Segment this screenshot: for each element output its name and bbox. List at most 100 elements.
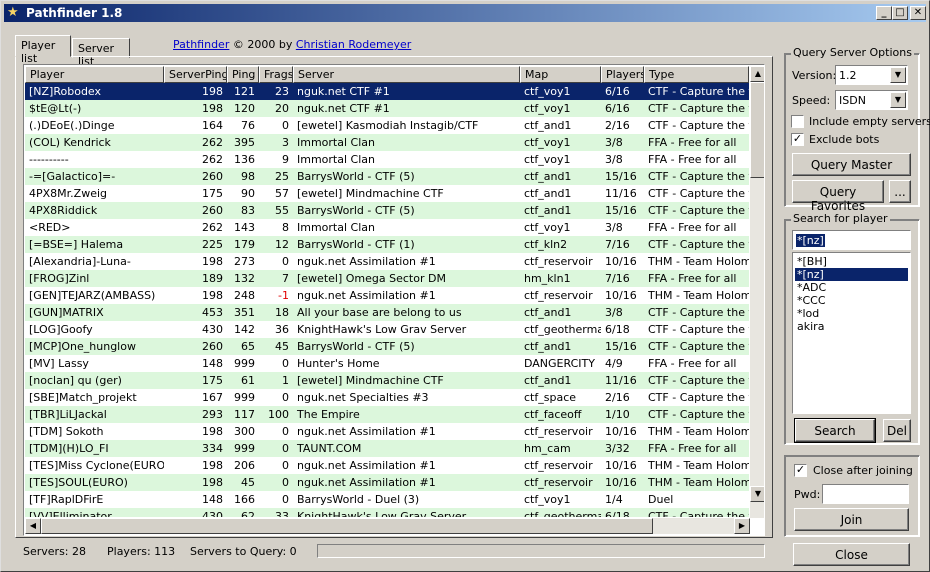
table-cell: ctf_voy1 xyxy=(524,85,571,98)
vertical-scrollbar[interactable]: ▲ ▼ xyxy=(750,66,764,518)
table-row[interactable]: [LOG]Goofy 430 142 36 KnightHawk's Low Grav … xyxy=(25,321,749,338)
scroll-right-button[interactable]: ▶ xyxy=(734,518,750,534)
table-row[interactable]: [MCP]One_hunglow 260 65 45 BarrysWorld - CTF… xyxy=(25,338,749,355)
table-row[interactable]: [GUN]MATRIX 453 351 18 All your base are bel… xyxy=(25,304,749,321)
table-cell: 83 xyxy=(241,204,255,217)
table-cell: 262 xyxy=(202,153,223,166)
version-select[interactable]: 1.2 ▼ xyxy=(835,65,908,85)
table-cell: 10/16 xyxy=(605,289,637,302)
table-cell: 0 xyxy=(282,459,289,472)
speed-select[interactable]: ISDN ▼ xyxy=(835,90,908,110)
table-row[interactable]: [TDM] Sokoth 198 300 0 nguk.net Assimilation… xyxy=(25,423,749,440)
table-row[interactable]: [TES]SOUL(EURO) 198 45 0 nguk.net Assimilati… xyxy=(25,474,749,491)
column-header-1[interactable]: ServerPing xyxy=(164,66,227,83)
scroll-left-button[interactable]: ◀ xyxy=(25,518,41,534)
author-link[interactable]: Christian Rodemeyer xyxy=(296,38,411,51)
search-button[interactable]: Search xyxy=(794,418,876,443)
table-row[interactable]: (.)DEoE(.)Dinge 164 76 0 [ewetel] Kasmodiah … xyxy=(25,117,749,134)
column-header-3[interactable]: Frags xyxy=(259,66,293,83)
table-cell: 198 xyxy=(202,289,223,302)
tab-player-list[interactable]: Player list xyxy=(15,35,71,65)
scroll-down-button[interactable]: ▼ xyxy=(750,486,764,502)
table-row[interactable]: ---------- 262 136 9 Immortal Clan ctf_voy1 3/… xyxy=(25,151,749,168)
column-header-5[interactable]: Map xyxy=(520,66,601,83)
table-cell: 0 xyxy=(282,425,289,438)
table-row[interactable]: [=BSE=] Halema 225 179 12 BarrysWorld - CTF … xyxy=(25,236,749,253)
search-input[interactable]: *[nz] xyxy=(792,230,911,250)
credits: Pathfinder © 2000 by Christian Rodemeyer xyxy=(173,38,411,51)
close-button[interactable]: Close xyxy=(793,543,910,566)
close-after-joining-checkbox[interactable]: ✓ xyxy=(794,464,807,477)
column-header-2[interactable]: Ping xyxy=(227,66,259,83)
join-button[interactable]: Join xyxy=(794,508,909,531)
table-cell: 260 xyxy=(202,170,223,183)
table-row[interactable]: <RED> 262 143 8 Immortal Clan ctf_voy1 3/8 FFA … xyxy=(25,219,749,236)
table-cell: FFA - Free for all xyxy=(648,221,737,234)
pathfinder-link[interactable]: Pathfinder xyxy=(173,38,229,51)
column-header-4[interactable]: Server xyxy=(293,66,520,83)
table-row[interactable]: [FROG]Zinl 189 132 7 [ewetel] Omega Sector D… xyxy=(25,270,749,287)
table-cell: 7/16 xyxy=(605,272,630,285)
table-row[interactable]: [TBR]LiLJackal 293 117 100 The Empire ctf_fac… xyxy=(25,406,749,423)
vertical-scroll-thumb[interactable] xyxy=(750,82,764,178)
delete-button[interactable]: Del xyxy=(883,419,911,442)
table-cell: 6/16 xyxy=(605,85,630,98)
search-list[interactable]: *[BH] *[nz] *ADC *CCC *lod akira xyxy=(792,252,911,414)
minimize-button[interactable]: _ xyxy=(876,6,892,20)
maximize-button[interactable]: □ xyxy=(892,6,908,20)
table-cell: All your base are belong to us xyxy=(297,306,462,319)
query-master-button[interactable]: Query Master xyxy=(792,153,911,176)
table-row[interactable]: 4PX8Riddick 260 83 55 BarrysWorld - CTF (5) c… xyxy=(25,202,749,219)
table-cell: 25 xyxy=(275,170,289,183)
table-row[interactable]: -=[Galactico]=- 260 98 25 BarrysWorld - CTF … xyxy=(25,168,749,185)
table-cell: 198 xyxy=(202,255,223,268)
table-cell: 57 xyxy=(275,187,289,200)
horizontal-scrollbar[interactable]: ◀ ▶ xyxy=(25,518,750,534)
column-header-0[interactable]: Player xyxy=(25,66,164,83)
search-list-item[interactable]: *ADC xyxy=(795,281,828,294)
title-bar[interactable]: ★ Pathfinder 1.8 _ □ ✕ xyxy=(4,4,926,22)
table-cell: 0 xyxy=(282,391,289,404)
table-row[interactable]: [SBE]Match_projekt 167 999 0 nguk.net Specia… xyxy=(25,389,749,406)
table-row[interactable]: 4PX8Mr.Zweig 175 90 57 [ewetel] Mindmachine … xyxy=(25,185,749,202)
table-row[interactable]: $tE@Lt(-) 198 120 20 nguk.net CTF #1 ctf_voy1… xyxy=(25,100,749,117)
table-row[interactable]: [NZ]Robodex 198 121 23 nguk.net CTF #1 ctf_vo… xyxy=(25,83,749,100)
table-row[interactable]: [MV] Lassy 148 999 0 Hunter's Home DANGERCITY… xyxy=(25,355,749,372)
table-row[interactable]: [VV]Elliminator 430 62 33 KnightHawk's Low G… xyxy=(25,508,749,517)
table-cell: CTF - Capture the flag xyxy=(648,391,749,404)
search-list-item[interactable]: *lod xyxy=(795,307,821,320)
query-favorites-button[interactable]: Query Favorites xyxy=(792,180,884,213)
table-row[interactable]: [TDM](H)LO_FI 334 999 0 TAUNT.COM hm_cam 3/32 F… xyxy=(25,440,749,457)
tab-server-list[interactable]: Server list xyxy=(72,38,130,68)
chevron-down-icon[interactable]: ▼ xyxy=(890,67,906,83)
more-button[interactable]: ... xyxy=(889,180,911,203)
table-row[interactable]: [noclan] qu (ger) 175 61 1 [ewetel] Mindmach… xyxy=(25,372,749,389)
search-list-item[interactable]: *[nz] xyxy=(795,268,908,281)
table-row[interactable]: [Alexandria]-Luna- 198 273 0 nguk.net Assimi… xyxy=(25,253,749,270)
table-row[interactable]: [GEN]TEJARZ(AMBASS) 198 248 -1 nguk.net Assi… xyxy=(25,287,749,304)
table-row[interactable]: [TF]RaplDFirE 148 166 0 BarrysWorld - Duel (… xyxy=(25,491,749,508)
column-header-7[interactable]: Type xyxy=(644,66,749,83)
search-list-item[interactable]: akira xyxy=(795,320,826,333)
table-cell: 120 xyxy=(234,102,255,115)
table-cell: 90 xyxy=(241,187,255,200)
password-field[interactable] xyxy=(822,484,909,504)
table-cell: 62 xyxy=(241,510,255,517)
search-list-item[interactable]: *CCC xyxy=(795,294,828,307)
close-window-button[interactable]: ✕ xyxy=(910,6,926,20)
horizontal-scroll-thumb[interactable] xyxy=(41,518,653,534)
chevron-down-icon[interactable]: ▼ xyxy=(890,92,906,108)
table-cell: 61 xyxy=(241,374,255,387)
table-row[interactable]: (COL) Kendrick 262 395 3 Immortal Clan ctf_vo… xyxy=(25,134,749,151)
include-empty-checkbox[interactable] xyxy=(791,115,804,128)
table-cell: 300 xyxy=(234,425,255,438)
scroll-up-button[interactable]: ▲ xyxy=(750,66,764,82)
table-cell: [MV] Lassy xyxy=(29,357,89,370)
table-cell: FFA - Free for all xyxy=(648,272,737,285)
column-header-6[interactable]: Players xyxy=(601,66,644,83)
search-list-item[interactable]: *[BH] xyxy=(795,255,829,268)
player-table[interactable]: Player ServerPing Ping Frags Server Map Player… xyxy=(23,64,765,536)
table-row[interactable]: [TES]Miss Cyclone(EURO) 198 206 0 nguk.net A… xyxy=(25,457,749,474)
table-cell: 2/16 xyxy=(605,391,630,404)
exclude-bots-checkbox[interactable]: ✓ xyxy=(791,133,804,146)
